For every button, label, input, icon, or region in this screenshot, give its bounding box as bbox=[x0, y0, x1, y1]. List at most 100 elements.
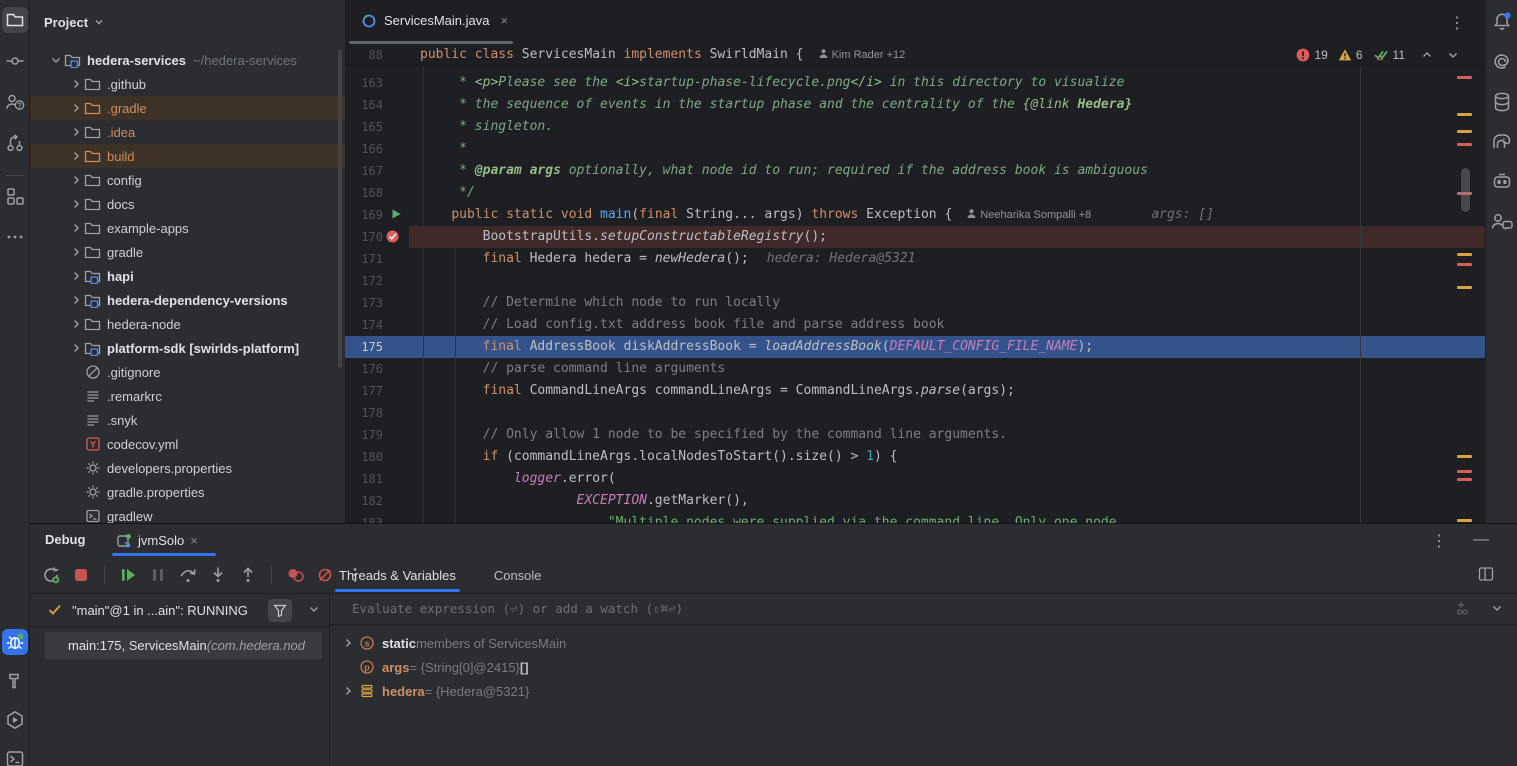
thread-selector[interactable]: "main"@1 in ...ain": RUNNING bbox=[30, 594, 330, 627]
step-over-button[interactable] bbox=[177, 564, 199, 586]
more-tools-button[interactable] bbox=[2, 224, 28, 250]
step-into-button[interactable] bbox=[207, 564, 229, 586]
tree-row-hapi[interactable]: hapi bbox=[30, 264, 345, 288]
tree-row-gradlew[interactable]: gradlew bbox=[30, 504, 345, 523]
stripe-mark[interactable] bbox=[1457, 470, 1472, 473]
chevron-right-icon[interactable] bbox=[341, 685, 355, 697]
stack-frame-row[interactable]: main:175, ServicesMain (com.hedera.nod bbox=[45, 632, 322, 659]
tree-row--gradle[interactable]: .gradle bbox=[30, 96, 345, 120]
tree-row-gradle-properties[interactable]: gradle.properties bbox=[30, 480, 345, 504]
resume-button[interactable] bbox=[117, 564, 139, 586]
pull-requests-tool-button[interactable] bbox=[2, 130, 28, 156]
stripe-mark[interactable] bbox=[1457, 253, 1472, 256]
chevron-right-icon[interactable] bbox=[68, 318, 84, 330]
close-session-icon[interactable]: × bbox=[190, 533, 198, 548]
code-line-175[interactable]: 175 final AddressBook diskAddressBook = … bbox=[345, 336, 1485, 358]
chevron-down-icon[interactable] bbox=[48, 54, 64, 66]
chevron-right-icon[interactable] bbox=[68, 246, 84, 258]
code-line-173[interactable]: 173 // Determine which node to run local… bbox=[345, 292, 1485, 314]
line-number[interactable]: 171 bbox=[345, 248, 383, 270]
line-number[interactable]: 169 bbox=[345, 204, 383, 226]
code-line-182[interactable]: 182 EXCEPTION.getMarker(), bbox=[345, 490, 1485, 512]
code-line-183[interactable]: 183 "Multiple nodes were supplied via th… bbox=[345, 512, 1485, 523]
services-tool-button[interactable] bbox=[2, 707, 28, 733]
prev-problem-icon[interactable] bbox=[1421, 50, 1433, 60]
code-line-177[interactable]: 177 final CommandLineArgs commandLineArg… bbox=[345, 380, 1485, 402]
author-annotation[interactable]: Neeharika Sompalli +8 bbox=[966, 209, 1091, 221]
tree-row--remarkrc[interactable]: .remarkrc bbox=[30, 384, 345, 408]
code-line-166[interactable]: 166 * bbox=[345, 138, 1485, 160]
chevron-right-icon[interactable] bbox=[68, 294, 84, 306]
ai-assistant-button[interactable] bbox=[1489, 49, 1515, 75]
chevron-right-icon[interactable] bbox=[68, 78, 84, 90]
debug-tab-threads-variables[interactable]: Threads & Variables bbox=[335, 558, 460, 593]
code-line-164[interactable]: 164 * the sequence of events in the star… bbox=[345, 94, 1485, 116]
line-number[interactable]: 179 bbox=[345, 424, 383, 446]
code-line-168[interactable]: 168 */ bbox=[345, 182, 1485, 204]
stripe-mark[interactable] bbox=[1457, 130, 1472, 133]
tree-row-gradle[interactable]: gradle bbox=[30, 240, 345, 264]
variable-row[interactable]: sstatic members of ServicesMain bbox=[330, 631, 566, 655]
line-number[interactable]: 175 bbox=[345, 336, 383, 358]
hide-tool-window-icon[interactable]: — bbox=[1473, 531, 1489, 551]
stripe-mark[interactable] bbox=[1457, 192, 1472, 195]
add-watch-icon[interactable] bbox=[1455, 600, 1475, 616]
line-number[interactable]: 180 bbox=[345, 446, 383, 468]
tree-row-hedera-services[interactable]: hedera-services~/hedera-services bbox=[30, 48, 345, 72]
close-tab-icon[interactable]: × bbox=[501, 13, 509, 28]
commit-tool-button[interactable] bbox=[2, 48, 28, 74]
editor-scrollbar-thumb[interactable] bbox=[1461, 168, 1470, 212]
code-line-174[interactable]: 174 // Load config.txt address book file… bbox=[345, 314, 1485, 336]
stripe-mark[interactable] bbox=[1457, 478, 1472, 481]
debug-tool-button[interactable] bbox=[2, 629, 28, 655]
line-number[interactable]: 177 bbox=[345, 380, 383, 402]
line-number[interactable]: 183 bbox=[345, 512, 383, 523]
line-number[interactable]: 178 bbox=[345, 402, 383, 424]
pause-button[interactable] bbox=[147, 564, 169, 586]
chevron-right-icon[interactable] bbox=[68, 270, 84, 282]
copilot-button[interactable] bbox=[1489, 169, 1515, 195]
stripe-mark[interactable] bbox=[1457, 76, 1472, 79]
editor-tab-servicesmain[interactable]: ServicesMain.java × bbox=[351, 0, 518, 41]
tree-row-developers-properties[interactable]: developers.properties bbox=[30, 456, 345, 480]
line-number[interactable]: 173 bbox=[345, 292, 383, 314]
line-number[interactable]: 174 bbox=[345, 314, 383, 336]
tree-row-hedera-dependency-versions[interactable]: hedera-dependency-versions bbox=[30, 288, 345, 312]
error-count[interactable]: 19 bbox=[1296, 48, 1327, 62]
breakpoint-icon[interactable] bbox=[385, 229, 401, 245]
tree-row-codecov-yml[interactable]: Ycodecov.yml bbox=[30, 432, 345, 456]
notifications-button[interactable] bbox=[1489, 9, 1515, 35]
stripe-mark[interactable] bbox=[1457, 113, 1472, 116]
project-tool-button[interactable] bbox=[2, 7, 28, 33]
error-stripe[interactable] bbox=[1453, 44, 1485, 523]
stripe-mark[interactable] bbox=[1457, 519, 1472, 522]
warning-count[interactable]: 6 bbox=[1338, 48, 1363, 62]
code-line-181[interactable]: 181 logger.error( bbox=[345, 468, 1485, 490]
project-scrollbar[interactable] bbox=[338, 50, 342, 368]
thread-dropdown-icon[interactable] bbox=[308, 604, 320, 614]
stripe-mark[interactable] bbox=[1457, 455, 1472, 458]
structure-tool-button[interactable] bbox=[2, 183, 28, 209]
ok-count[interactable]: 11 bbox=[1373, 48, 1405, 62]
tree-row-config[interactable]: config bbox=[30, 168, 345, 192]
sticky-line-88[interactable]: 88 public class ServicesMain implements … bbox=[345, 44, 1485, 66]
stop-button[interactable] bbox=[70, 564, 92, 586]
expand-evaluate-icon[interactable] bbox=[1491, 603, 1503, 613]
evaluate-input[interactable]: Evaluate expression (⏎) or add a watch (… bbox=[352, 601, 683, 616]
tree-row--snyk[interactable]: .snyk bbox=[30, 408, 345, 432]
line-number[interactable]: 165 bbox=[345, 116, 383, 138]
step-out-button[interactable] bbox=[237, 564, 259, 586]
rerun-button[interactable] bbox=[40, 564, 62, 586]
code-line-170[interactable]: 170 BootstrapUtils.setupConstructableReg… bbox=[345, 226, 1485, 248]
tree-row--idea[interactable]: .idea bbox=[30, 120, 345, 144]
tree-row-build[interactable]: build bbox=[30, 144, 345, 168]
tree-row-hedera-node[interactable]: hedera-node bbox=[30, 312, 345, 336]
tree-row--github[interactable]: .github bbox=[30, 72, 345, 96]
code-line-171[interactable]: 171 final Hedera hedera = newHedera();he… bbox=[345, 248, 1485, 270]
database-button[interactable] bbox=[1489, 89, 1515, 115]
layout-settings-icon[interactable] bbox=[1477, 565, 1495, 583]
tree-row-docs[interactable]: docs bbox=[30, 192, 345, 216]
view-bps-button[interactable] bbox=[284, 564, 306, 586]
chevron-right-icon[interactable] bbox=[68, 198, 84, 210]
code-line-169[interactable]: 169 public static void main(final String… bbox=[345, 204, 1485, 226]
